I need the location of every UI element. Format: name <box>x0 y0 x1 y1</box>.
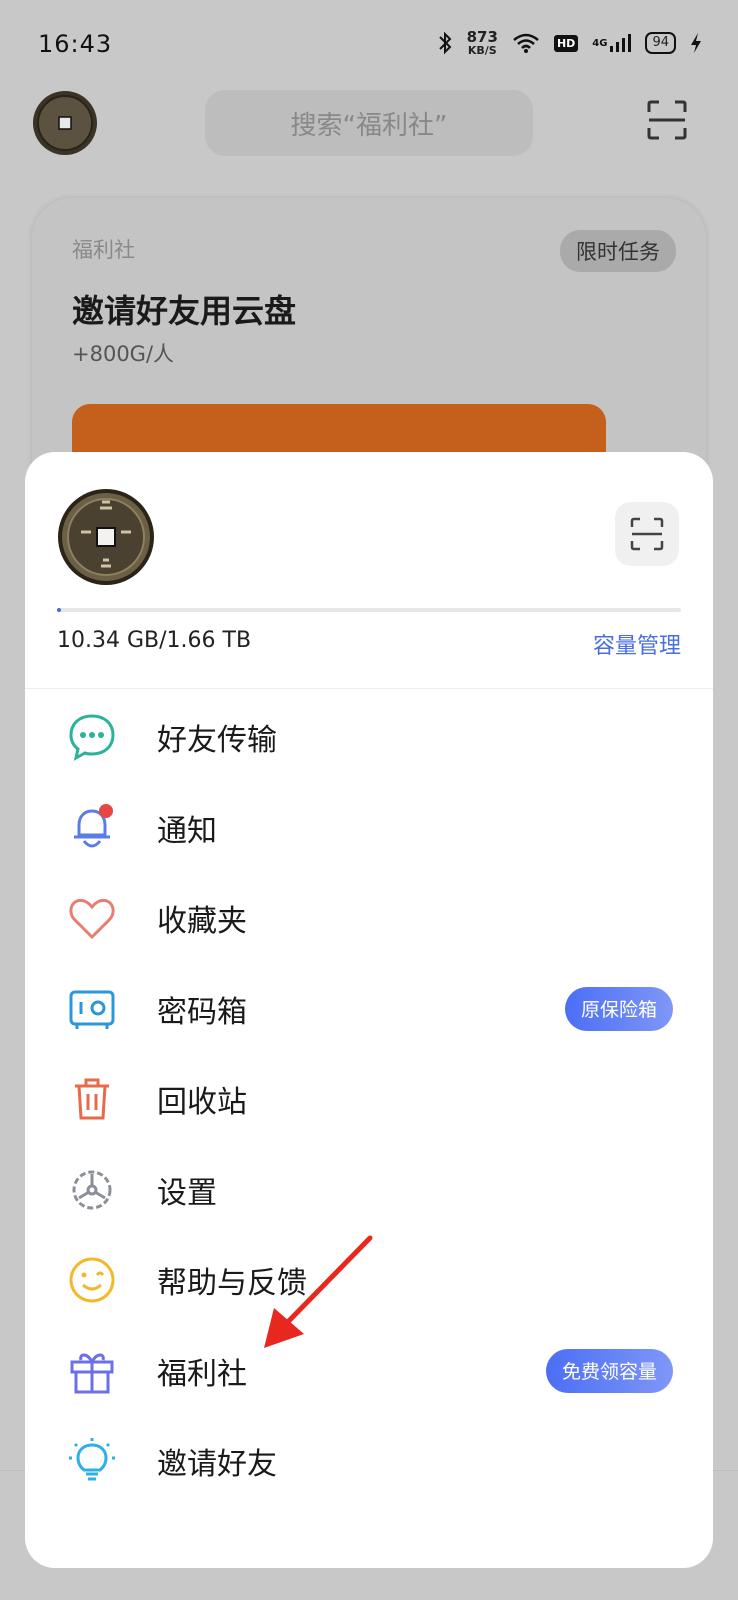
menu-item-recycle-bin[interactable]: 回收站 <box>25 1054 713 1145</box>
promo-bonus: +800G/人 <box>72 342 175 366</box>
menu-label: 密码箱 <box>157 994 247 1030</box>
user-avatar[interactable] <box>32 90 98 156</box>
menu-label: 回收站 <box>157 1085 247 1121</box>
menu-badge: 免费领容量 <box>545 1348 673 1393</box>
profile-avatar[interactable] <box>57 488 155 586</box>
network-speed: 873 KB/S <box>466 28 498 57</box>
menu-badge: 原保险箱 <box>564 986 673 1031</box>
menu-item-favorites[interactable]: 收藏夹 <box>25 873 713 964</box>
wifi-icon <box>512 32 540 54</box>
bluetooth-icon <box>437 31 453 55</box>
top-bar: 搜索“福利社” <box>0 86 738 158</box>
network-speed-value: 873 <box>466 28 498 46</box>
battery-level: 94 <box>652 35 669 50</box>
status-bar: 16:43 873 KB/S HD 4G 94 <box>0 0 738 90</box>
network-speed-unit: KB/S <box>467 44 497 57</box>
scan-icon <box>630 517 664 551</box>
menu-label: 福利社 <box>157 1356 247 1392</box>
menu-item-notifications[interactable]: 通知 <box>25 783 713 874</box>
status-time: 16:43 <box>38 30 113 58</box>
gear-icon <box>72 1170 112 1209</box>
search-input[interactable]: 搜索“福利社” <box>205 90 533 156</box>
scan-icon[interactable] <box>647 100 687 140</box>
charging-icon <box>690 32 702 54</box>
promo-tag: 限时任务 <box>560 230 676 272</box>
menu-label: 邀请好友 <box>157 1447 277 1483</box>
smiley-icon <box>69 1257 115 1303</box>
promo-title: 邀请好友用云盘 <box>72 292 297 330</box>
storage-usage: 10.34 GB/1.66 TB <box>57 628 252 653</box>
menu-label: 设置 <box>157 1175 217 1211</box>
manage-storage-link[interactable]: 容量管理 <box>593 628 681 660</box>
storage-progress-fill <box>57 608 61 612</box>
menu-item-password-box[interactable]: 密码箱 原保险箱 <box>25 964 713 1055</box>
menu-item-friend-transfer[interactable]: 好友传输 <box>25 692 713 783</box>
menu-label: 收藏夹 <box>157 904 247 940</box>
trash-icon <box>75 1078 109 1120</box>
gift-icon <box>70 1353 114 1393</box>
safe-icon <box>69 990 115 1029</box>
battery-icon: 94 <box>645 32 676 54</box>
storage-progress-bar <box>57 608 681 612</box>
account-sheet: 10.34 GB/1.66 TB 容量管理 好友传输 通知 收藏夹 密码箱 原保… <box>25 452 713 1568</box>
promo-section-label: 福利社 <box>72 238 135 262</box>
menu-item-invite-friends[interactable]: 邀请好友 <box>25 1416 713 1507</box>
chat-icon <box>69 714 115 761</box>
search-placeholder: 搜索“福利社” <box>290 110 448 141</box>
sheet-divider <box>25 688 713 689</box>
scan-button[interactable] <box>615 502 679 566</box>
menu-label: 好友传输 <box>157 723 277 759</box>
heart-icon <box>69 898 115 940</box>
lightbulb-icon <box>69 1438 115 1481</box>
network-type: 4G <box>592 37 608 49</box>
hd-icon: HD <box>553 34 579 52</box>
menu-list: 好友传输 通知 收藏夹 密码箱 原保险箱 回收站 设置 帮助与反馈 福利社 免费… <box>25 692 713 1507</box>
status-icons: 873 KB/S HD 4G 94 <box>437 30 702 56</box>
bell-icon <box>74 803 113 847</box>
cellular-signal-icon: 4G <box>592 33 632 53</box>
menu-label: 通知 <box>157 813 217 849</box>
annotation-arrow <box>264 1235 373 1348</box>
menu-item-settings[interactable]: 设置 <box>25 1145 713 1236</box>
